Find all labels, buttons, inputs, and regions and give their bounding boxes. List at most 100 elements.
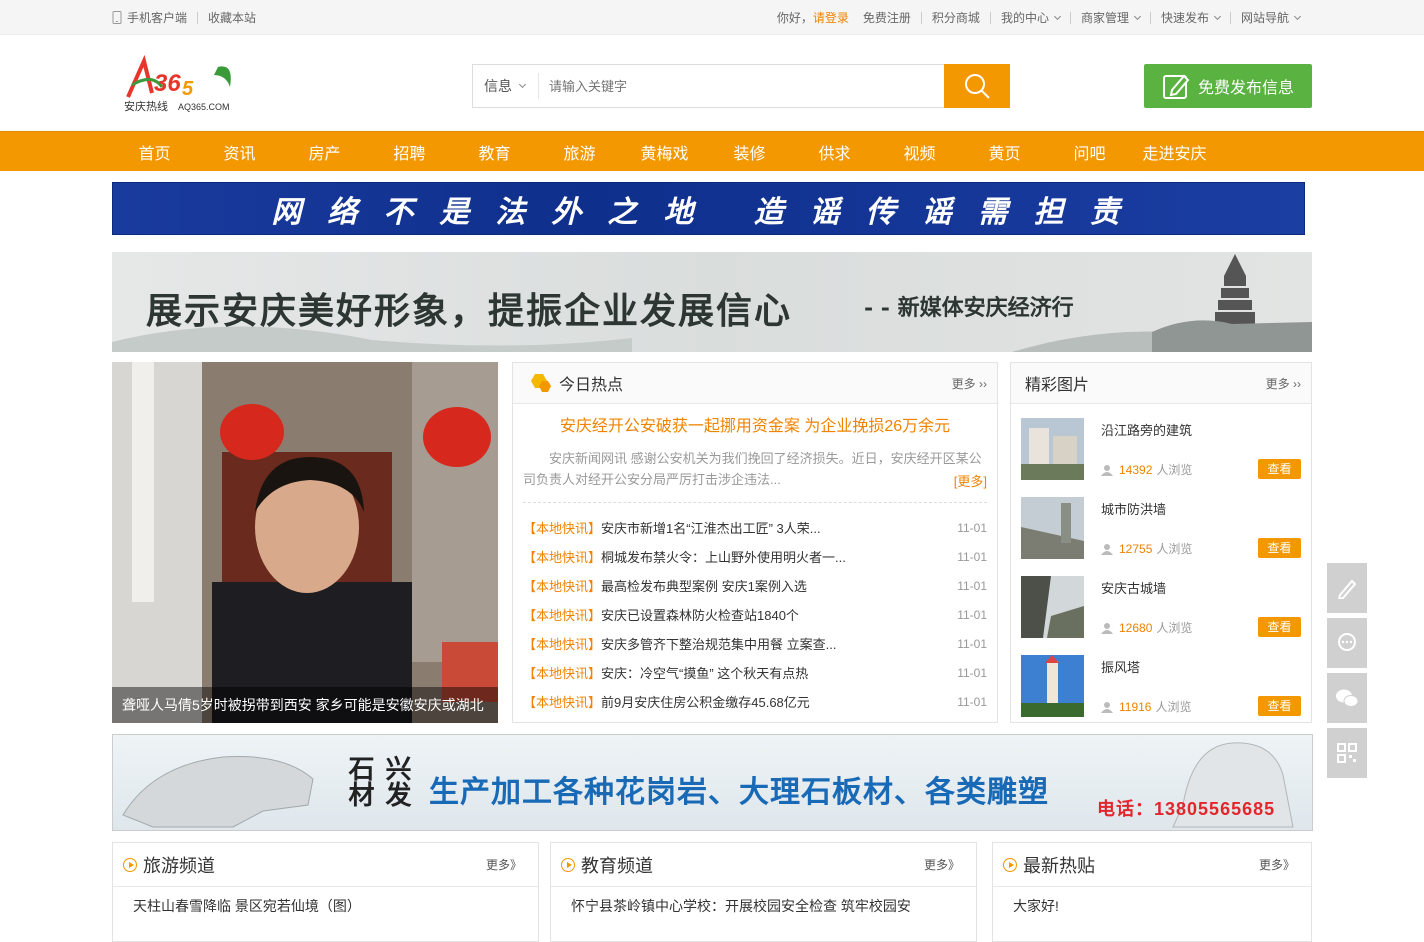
register-link[interactable]: 免费注册 [863,9,911,26]
svg-text:36: 36 [154,70,181,97]
news-date: 11-01 [957,549,987,564]
publish-button[interactable]: 免费发布信息 [1144,64,1312,108]
channel-education: 教育频道 更多》 怀宁县茶岭镇中心学校：开展校园安全检查 筑牢校园安 [550,842,977,942]
news-title: 前9月安庆住房公积金缴存45.68亿元 [601,695,810,710]
nav-opera[interactable]: 黄梅戏 [622,140,707,164]
gallery-item[interactable]: 安庆古城墙 12680 人浏览 查看 [1011,562,1311,641]
hot-headline[interactable]: 安庆经开公安破获一起挪用资金案 为企业挽损26万余元 [513,412,997,436]
site-nav-menu[interactable]: 网站导航 [1241,9,1302,26]
channel-more[interactable]: 更多》 [924,856,960,873]
gallery-item[interactable]: 振风塔 11916 人浏览 查看 [1011,641,1311,720]
hot-summary-more[interactable]: [更多] [923,471,987,492]
login-link[interactable]: 请登录 [813,9,849,26]
list-item[interactable]: 【本地快讯】 前9月安庆住房公积金缴存45.68亿元 11-01 [523,687,987,716]
wechat-icon [1336,689,1359,707]
news-title: 安庆市新增1名“江淮杰出工匠” 3人荣... [601,521,821,536]
nav-travel[interactable]: 旅游 [537,140,622,164]
news-tag: 【本地快讯】 [523,550,602,565]
focus-image [112,362,498,723]
list-item[interactable]: 【本地快讯】 安庆市新增1名“江淮杰出工匠” 3人荣... 11-01 [523,513,987,542]
news-title: 最高检发布典型案例 安庆1案例入选 [601,579,807,594]
side-qrcode-button[interactable] [1327,728,1367,778]
hot-news-title: 今日热点 [559,377,624,394]
hot-news-more[interactable]: 更多 ›› [952,375,987,392]
news-tag: 【本地快讯】 [523,521,602,536]
slogan-banner[interactable]: 网络不是法外之地 造谣传谣需担责 [112,182,1305,235]
pencil-icon [1337,579,1357,599]
top-bar: 手机客户端 收藏本站 你好， 请登录 免费注册 积分商城 我的中心 商家管理 快… [0,0,1424,35]
quick-publish-menu[interactable]: 快速发布 [1161,9,1222,26]
view-count: 11916 [1119,699,1152,714]
nav-education[interactable]: 教育 [452,140,537,164]
list-item[interactable]: 【本地快讯】 安庆已设置森林防火检查站1840个 11-01 [523,600,987,629]
news-tag: 【本地快讯】 [523,608,602,623]
list-item[interactable]: 怀宁县茶岭镇中心学校：开展校园安全检查 筑牢校园安 [551,887,976,916]
nav-about-anqing[interactable]: 走进安庆 [1132,140,1217,164]
channel-header: 最新热贴 更多》 [993,843,1311,887]
search-button[interactable] [944,64,1010,108]
hot-news-panel: 今日热点 更多 ›› 安庆经开公安破获一起挪用资金案 为企业挽损26万余元 安庆… [512,362,998,723]
nav-decoration[interactable]: 装修 [707,140,792,164]
list-item[interactable]: 【本地快讯】 最高检发布典型案例 安庆1案例入选 11-01 [523,571,987,600]
news-tag: 【本地快讯】 [523,666,602,681]
nav-supply[interactable]: 供求 [792,140,877,164]
nav-jobs[interactable]: 招聘 [367,140,452,164]
gallery-thumbnail [1021,576,1084,638]
news-tag: 【本地快讯】 [523,579,602,594]
news-title: 安庆多管齐下整治规范集中用餐 立案查... [601,637,837,652]
gallery-item[interactable]: 沿江路旁的建筑 14392 人浏览 查看 [1011,404,1311,483]
focus-caption: 聋哑人马倩5岁时被拐带到西安 家乡可能是安徽安庆或湖北 [112,687,498,723]
list-item[interactable]: 天柱山春雪降临 景区宛若仙境（图） [113,887,538,916]
side-wechat-button[interactable] [1327,673,1367,723]
focus-photo[interactable]: 聋哑人马倩5岁时被拐带到西安 家乡可能是安徽安庆或湖北 [112,362,498,723]
chevron-down-icon [1293,12,1302,20]
gallery-item-name: 振风塔 [1101,660,1141,675]
channel-title: 教育频道 [581,855,653,876]
gallery-panel: 精彩图片 更多 ›› 沿江路旁的建筑 14392 人浏览 查看 城市防洪墙 127… [1010,362,1312,723]
list-item[interactable]: 【本地快讯】 桐城发布禁火令：上山野外使用明火者一... 11-01 [523,542,987,571]
mobile-client-link[interactable]: 手机客户端 [112,9,187,26]
nav-video[interactable]: 视频 [877,140,962,164]
nav-house[interactable]: 房产 [282,140,367,164]
search-type-select[interactable]: 信息 [473,73,539,99]
news-title: 安庆已设置森林防火检查站1840个 [601,608,799,623]
side-chat-button[interactable] [1327,618,1367,668]
hexagon-icon [531,374,551,392]
list-item[interactable]: 【本地快讯】 安庆：冷空气“摸鱼” 这个秋天有点热 11-01 [523,658,987,687]
promo-main-text: 展示安庆美好形象，提振企业发展信心 [146,290,793,332]
news-date: 11-01 [957,578,987,593]
site-logo[interactable]: 36 5 安庆热线 AQ365.COM [122,53,252,113]
nav-news[interactable]: 资讯 [197,140,282,164]
points-mall-link[interactable]: 积分商城 [932,9,980,26]
bookmark-link[interactable]: 收藏本站 [208,9,256,26]
view-button[interactable]: 查看 [1258,696,1301,716]
user-icon [1101,622,1113,634]
greeting-text: 你好， [776,11,813,25]
merchant-menu[interactable]: 商家管理 [1081,9,1142,26]
view-label: 人浏览 [1156,542,1193,556]
side-publish-button[interactable] [1327,563,1367,613]
hot-news-list: 【本地快讯】 安庆市新增1名“江淮杰出工匠” 3人荣... 11-01 【本地快讯】… [513,513,997,716]
stone-ad-banner[interactable]: 兴发石材 生产加工各种花岗岩、大理石板材、各类雕塑 电话：13805565685 [112,734,1313,831]
view-button[interactable]: 查看 [1258,538,1301,558]
view-button[interactable]: 查看 [1258,617,1301,637]
channel-more[interactable]: 更多》 [1259,856,1295,873]
nav-yellowpages[interactable]: 黄页 [962,140,1047,164]
promo-banner[interactable]: 展示安庆美好形象，提振企业发展信心 - - 新媒体安庆经济行 [112,252,1312,352]
view-button[interactable]: 查看 [1258,459,1301,479]
main-nav: 首页 资讯 房产 招聘 教育 旅游 黄梅戏 装修 供求 视频 黄页 问吧 走进安… [0,131,1424,171]
gallery-item[interactable]: 城市防洪墙 12755 人浏览 查看 [1011,483,1311,562]
list-item[interactable]: 大家好! [993,887,1311,916]
channel-more[interactable]: 更多》 [486,856,522,873]
gallery-more[interactable]: 更多 ›› [1266,375,1301,392]
gallery-views: 12680 人浏览 [1101,619,1192,636]
gallery-item-name: 沿江路旁的建筑 [1101,423,1193,438]
list-item[interactable]: 【本地快讯】 安庆多管齐下整治规范集中用餐 立案查... 11-01 [523,629,987,658]
chat-icon [1338,633,1356,651]
play-circle-icon [1003,857,1017,872]
my-center-menu[interactable]: 我的中心 [1001,9,1061,26]
nav-ask[interactable]: 问吧 [1047,140,1132,164]
chevron-down-icon [1133,12,1142,20]
search-input[interactable] [539,65,944,107]
nav-home[interactable]: 首页 [112,140,197,164]
